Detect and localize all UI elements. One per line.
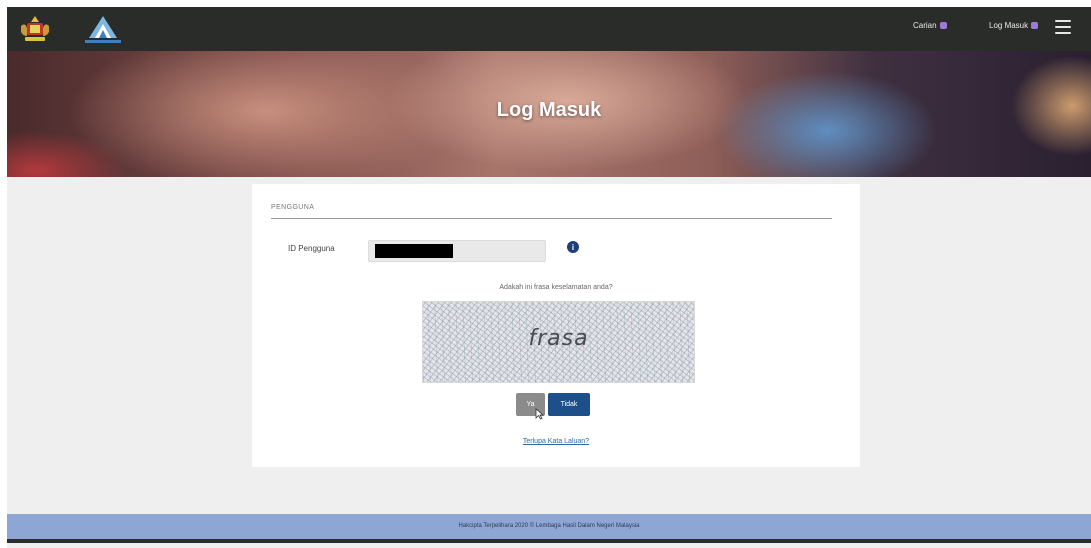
page-frame: Carian Log Masuk Log Masuk PENGGUNA ID P… bbox=[7, 7, 1091, 548]
security-phrase-image: frasa bbox=[422, 301, 695, 383]
malaysia-coat-of-arms-icon[interactable] bbox=[19, 14, 51, 44]
footer-copyright: Hakcipta Terpelihara 2020 © Lembaga Hasi… bbox=[458, 523, 640, 529]
search-icon bbox=[939, 22, 947, 29]
mouse-cursor-icon bbox=[535, 408, 544, 420]
user-id-label: ID Pengguna bbox=[288, 244, 335, 253]
nav-login-label: Log Masuk bbox=[989, 21, 1029, 30]
info-icon[interactable]: i bbox=[567, 241, 579, 253]
hamburger-icon[interactable] bbox=[1055, 20, 1071, 34]
forgot-password-link[interactable]: Terlupa Kata Laluan? bbox=[252, 438, 860, 445]
login-icon bbox=[1031, 22, 1039, 29]
security-phrase-text: frasa bbox=[528, 326, 589, 351]
nav-search-link[interactable]: Carian bbox=[913, 21, 947, 30]
user-id-field[interactable] bbox=[368, 240, 546, 262]
nav-login-link[interactable]: Log Masuk bbox=[989, 21, 1039, 30]
section-divider bbox=[271, 218, 832, 219]
page-title: Log Masuk bbox=[496, 99, 602, 121]
top-navbar: Carian Log Masuk bbox=[7, 7, 1091, 51]
nav-search-label: Carian bbox=[913, 21, 937, 30]
footer: Hakcipta Terpelihara 2020 © Lembaga Hasi… bbox=[7, 514, 1091, 543]
section-title: PENGGUNA bbox=[271, 204, 315, 211]
security-phrase-question: Adakah ini frasa keselamatan anda? bbox=[499, 284, 613, 291]
hero-banner: Log Masuk bbox=[7, 51, 1091, 177]
lhdn-logo-icon[interactable] bbox=[81, 12, 125, 46]
login-card: PENGGUNA ID Pengguna i Adakah ini frasa … bbox=[252, 184, 860, 467]
user-id-value-redacted bbox=[375, 244, 453, 258]
no-button[interactable]: Tidak bbox=[548, 393, 590, 416]
